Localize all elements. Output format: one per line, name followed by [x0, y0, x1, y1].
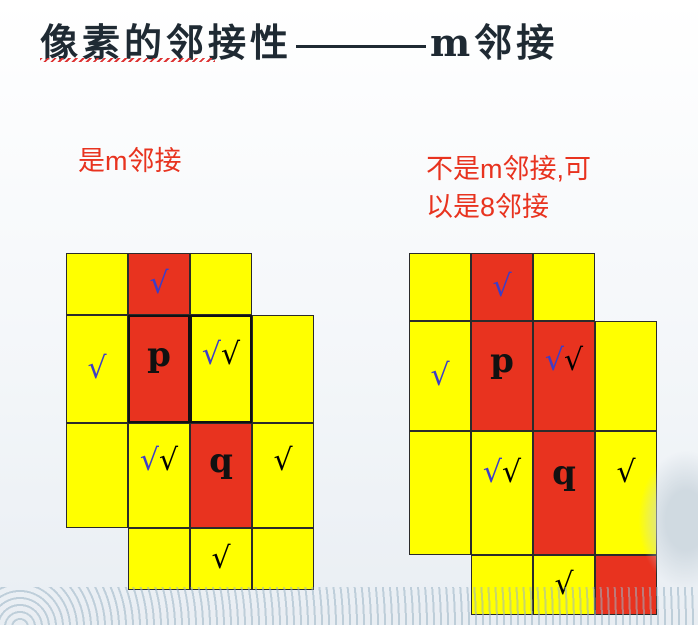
label-q: q	[552, 453, 576, 493]
check-mark: √	[616, 455, 636, 490]
double-check-mark: √√	[201, 337, 241, 372]
grid-cell: √	[66, 315, 128, 423]
check-mark: √	[149, 266, 169, 301]
grid-cell	[252, 315, 314, 423]
double-check-mark: √√	[139, 442, 179, 478]
check-mark: √	[211, 541, 231, 576]
dragon-decoration	[638, 450, 698, 590]
grid-cell: √	[409, 321, 471, 431]
grid-cell	[66, 423, 128, 528]
grid-cell: √√	[471, 431, 533, 555]
double-check-mark: √√	[482, 455, 522, 490]
pixel-q: q	[533, 431, 595, 555]
grid-cell: √	[252, 423, 314, 528]
grid-cell	[190, 253, 252, 315]
grid-cell: √√	[533, 321, 595, 431]
check-mark: √	[273, 442, 293, 478]
pixel-q: q	[190, 423, 252, 528]
grid-cell	[66, 253, 128, 315]
right-caption-line-2: 以是8邻接	[426, 192, 550, 222]
pixel-p: p	[471, 321, 533, 431]
right-caption: 不是m邻接,可 以是8邻接	[426, 150, 591, 226]
grid-cell: √	[190, 528, 252, 590]
grid-cell: √√	[190, 315, 252, 423]
pixel-p: p	[128, 315, 190, 423]
wave-decoration	[0, 587, 698, 625]
spellcheck-underline	[40, 58, 215, 62]
grid-cell	[595, 321, 657, 431]
grid-cell	[409, 431, 471, 555]
grid-cell	[252, 528, 314, 590]
check-mark: √	[87, 351, 107, 386]
check-mark: √	[430, 358, 450, 393]
double-check-mark: √√	[544, 343, 584, 378]
check-mark: √	[492, 269, 512, 304]
grid-cell	[128, 528, 190, 590]
grid-cell	[533, 253, 595, 321]
grid-cell: √√	[128, 423, 190, 528]
label-p: p	[147, 335, 171, 375]
grid-cell: √	[128, 253, 190, 315]
grid-cell	[409, 253, 471, 321]
left-caption: 是m邻接	[78, 146, 182, 176]
label-q: q	[209, 440, 233, 481]
title-right: m邻接	[430, 20, 559, 65]
right-caption-line-1: 不是m邻接,可	[426, 154, 591, 184]
grid-cell: √	[471, 253, 533, 321]
title-dash	[296, 45, 427, 48]
label-p: p	[490, 341, 514, 381]
